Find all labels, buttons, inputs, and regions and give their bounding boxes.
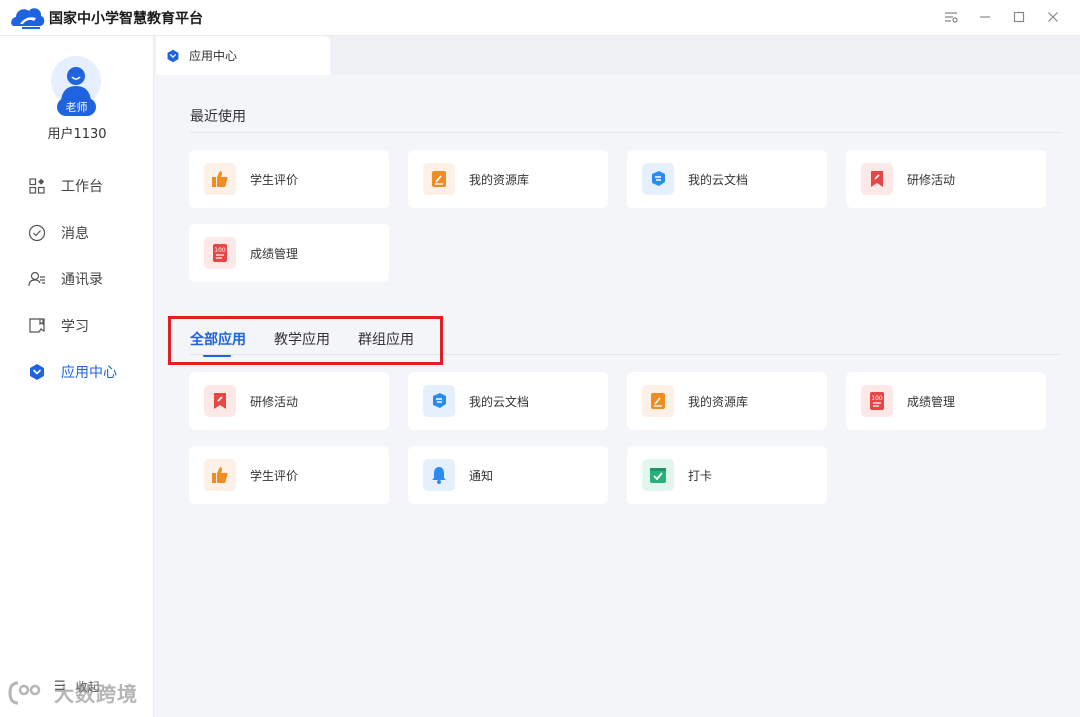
bookmark-icon	[204, 385, 236, 417]
cloud-doc-icon	[423, 385, 455, 417]
sidebar-nav: 工作台 消息 通讯录 学习 应用中心	[0, 163, 154, 396]
tab-strip: 应用中心	[154, 36, 1080, 75]
app-training[interactable]: 研修活动	[189, 372, 389, 430]
tab-label: 应用中心	[189, 49, 238, 63]
resource-library-icon	[423, 163, 455, 195]
role-badge: 老师	[57, 98, 96, 116]
sidebar: 老师 用户1130 工作台 消息 通讯录 学习 应用中心 ☰ 收起	[0, 36, 154, 717]
app-label: 学生评价	[250, 172, 299, 187]
sidebar-item-label: 工作台	[61, 179, 103, 196]
settings-icon[interactable]	[938, 6, 964, 28]
score-report-icon: 100	[204, 237, 236, 269]
check-in-icon	[642, 459, 674, 491]
app-label: 我的云文档	[688, 172, 749, 187]
bell-icon	[423, 459, 455, 491]
sidebar-item-label: 通讯录	[61, 272, 103, 289]
recent-section-title: 最近使用	[190, 109, 246, 125]
grid-icon	[28, 177, 46, 195]
message-icon	[28, 224, 46, 242]
sidebar-item-contacts[interactable]: 通讯录	[0, 256, 154, 303]
username: 用户1130	[47, 127, 107, 142]
sidebar-item-label: 学习	[61, 318, 89, 335]
app-notifications[interactable]: 通知	[408, 446, 608, 504]
app-label: 打卡	[688, 468, 713, 483]
recent-app-grades[interactable]: 100 成绩管理	[189, 224, 389, 282]
recent-app-resource-library[interactable]: 我的资源库	[408, 150, 608, 208]
app-label: 我的资源库	[688, 394, 749, 409]
score-report-icon: 100	[861, 385, 893, 417]
highlight-box	[168, 316, 443, 365]
platform-logo-icon	[11, 8, 45, 29]
bookmark-icon	[861, 163, 893, 195]
app-center-icon	[167, 49, 179, 62]
app-label: 成绩管理	[907, 394, 956, 409]
app-student-eval[interactable]: 学生评价	[189, 446, 389, 504]
title-bar: 国家中小学智慧教育平台	[0, 0, 1080, 36]
app-resource-library[interactable]: 我的资源库	[627, 372, 827, 430]
main-content: 应用中心 最近使用 学生评价 我的资源库 我的云文档 研修活动 100 成绩管理	[154, 36, 1080, 717]
app-label: 研修活动	[907, 172, 956, 187]
contacts-icon	[28, 270, 46, 288]
watermark-logo-icon	[8, 681, 41, 704]
sidebar-item-study[interactable]: 学习	[0, 303, 154, 350]
section-divider	[190, 132, 1060, 133]
watermark-text: 大数跨境	[54, 682, 138, 706]
close-icon[interactable]	[1040, 6, 1066, 28]
app-label: 我的资源库	[469, 172, 530, 187]
thumbs-up-icon	[204, 163, 236, 195]
app-check-in[interactable]: 打卡	[627, 446, 827, 504]
app-label: 成绩管理	[250, 246, 299, 261]
resource-library-icon	[642, 385, 674, 417]
tab-app-center[interactable]: 应用中心	[156, 36, 330, 75]
recent-app-cloud-docs[interactable]: 我的云文档	[627, 150, 827, 208]
app-label: 研修活动	[250, 394, 299, 409]
minimize-icon[interactable]	[972, 6, 998, 28]
svg-text:100: 100	[214, 247, 226, 254]
sidebar-item-workbench[interactable]: 工作台	[0, 163, 154, 210]
sidebar-item-label: 应用中心	[61, 365, 117, 382]
app-center-icon	[28, 363, 46, 381]
sidebar-item-label: 消息	[61, 225, 89, 242]
recent-app-student-eval[interactable]: 学生评价	[189, 150, 389, 208]
sidebar-item-app-center[interactable]: 应用中心	[0, 349, 154, 396]
app-grades[interactable]: 100 成绩管理	[846, 372, 1046, 430]
svg-text:100: 100	[871, 395, 883, 402]
thumbs-up-icon	[204, 459, 236, 491]
app-cloud-docs[interactable]: 我的云文档	[408, 372, 608, 430]
app-title: 国家中小学智慧教育平台	[49, 11, 203, 27]
recent-app-training[interactable]: 研修活动	[846, 150, 1046, 208]
watermark: 大数跨境	[8, 678, 138, 707]
app-label: 学生评价	[250, 468, 299, 483]
sidebar-item-messages[interactable]: 消息	[0, 210, 154, 257]
cloud-doc-icon	[642, 163, 674, 195]
book-icon	[28, 317, 46, 335]
app-label: 我的云文档	[469, 394, 530, 409]
maximize-icon[interactable]	[1006, 6, 1032, 28]
app-label: 通知	[469, 468, 494, 483]
